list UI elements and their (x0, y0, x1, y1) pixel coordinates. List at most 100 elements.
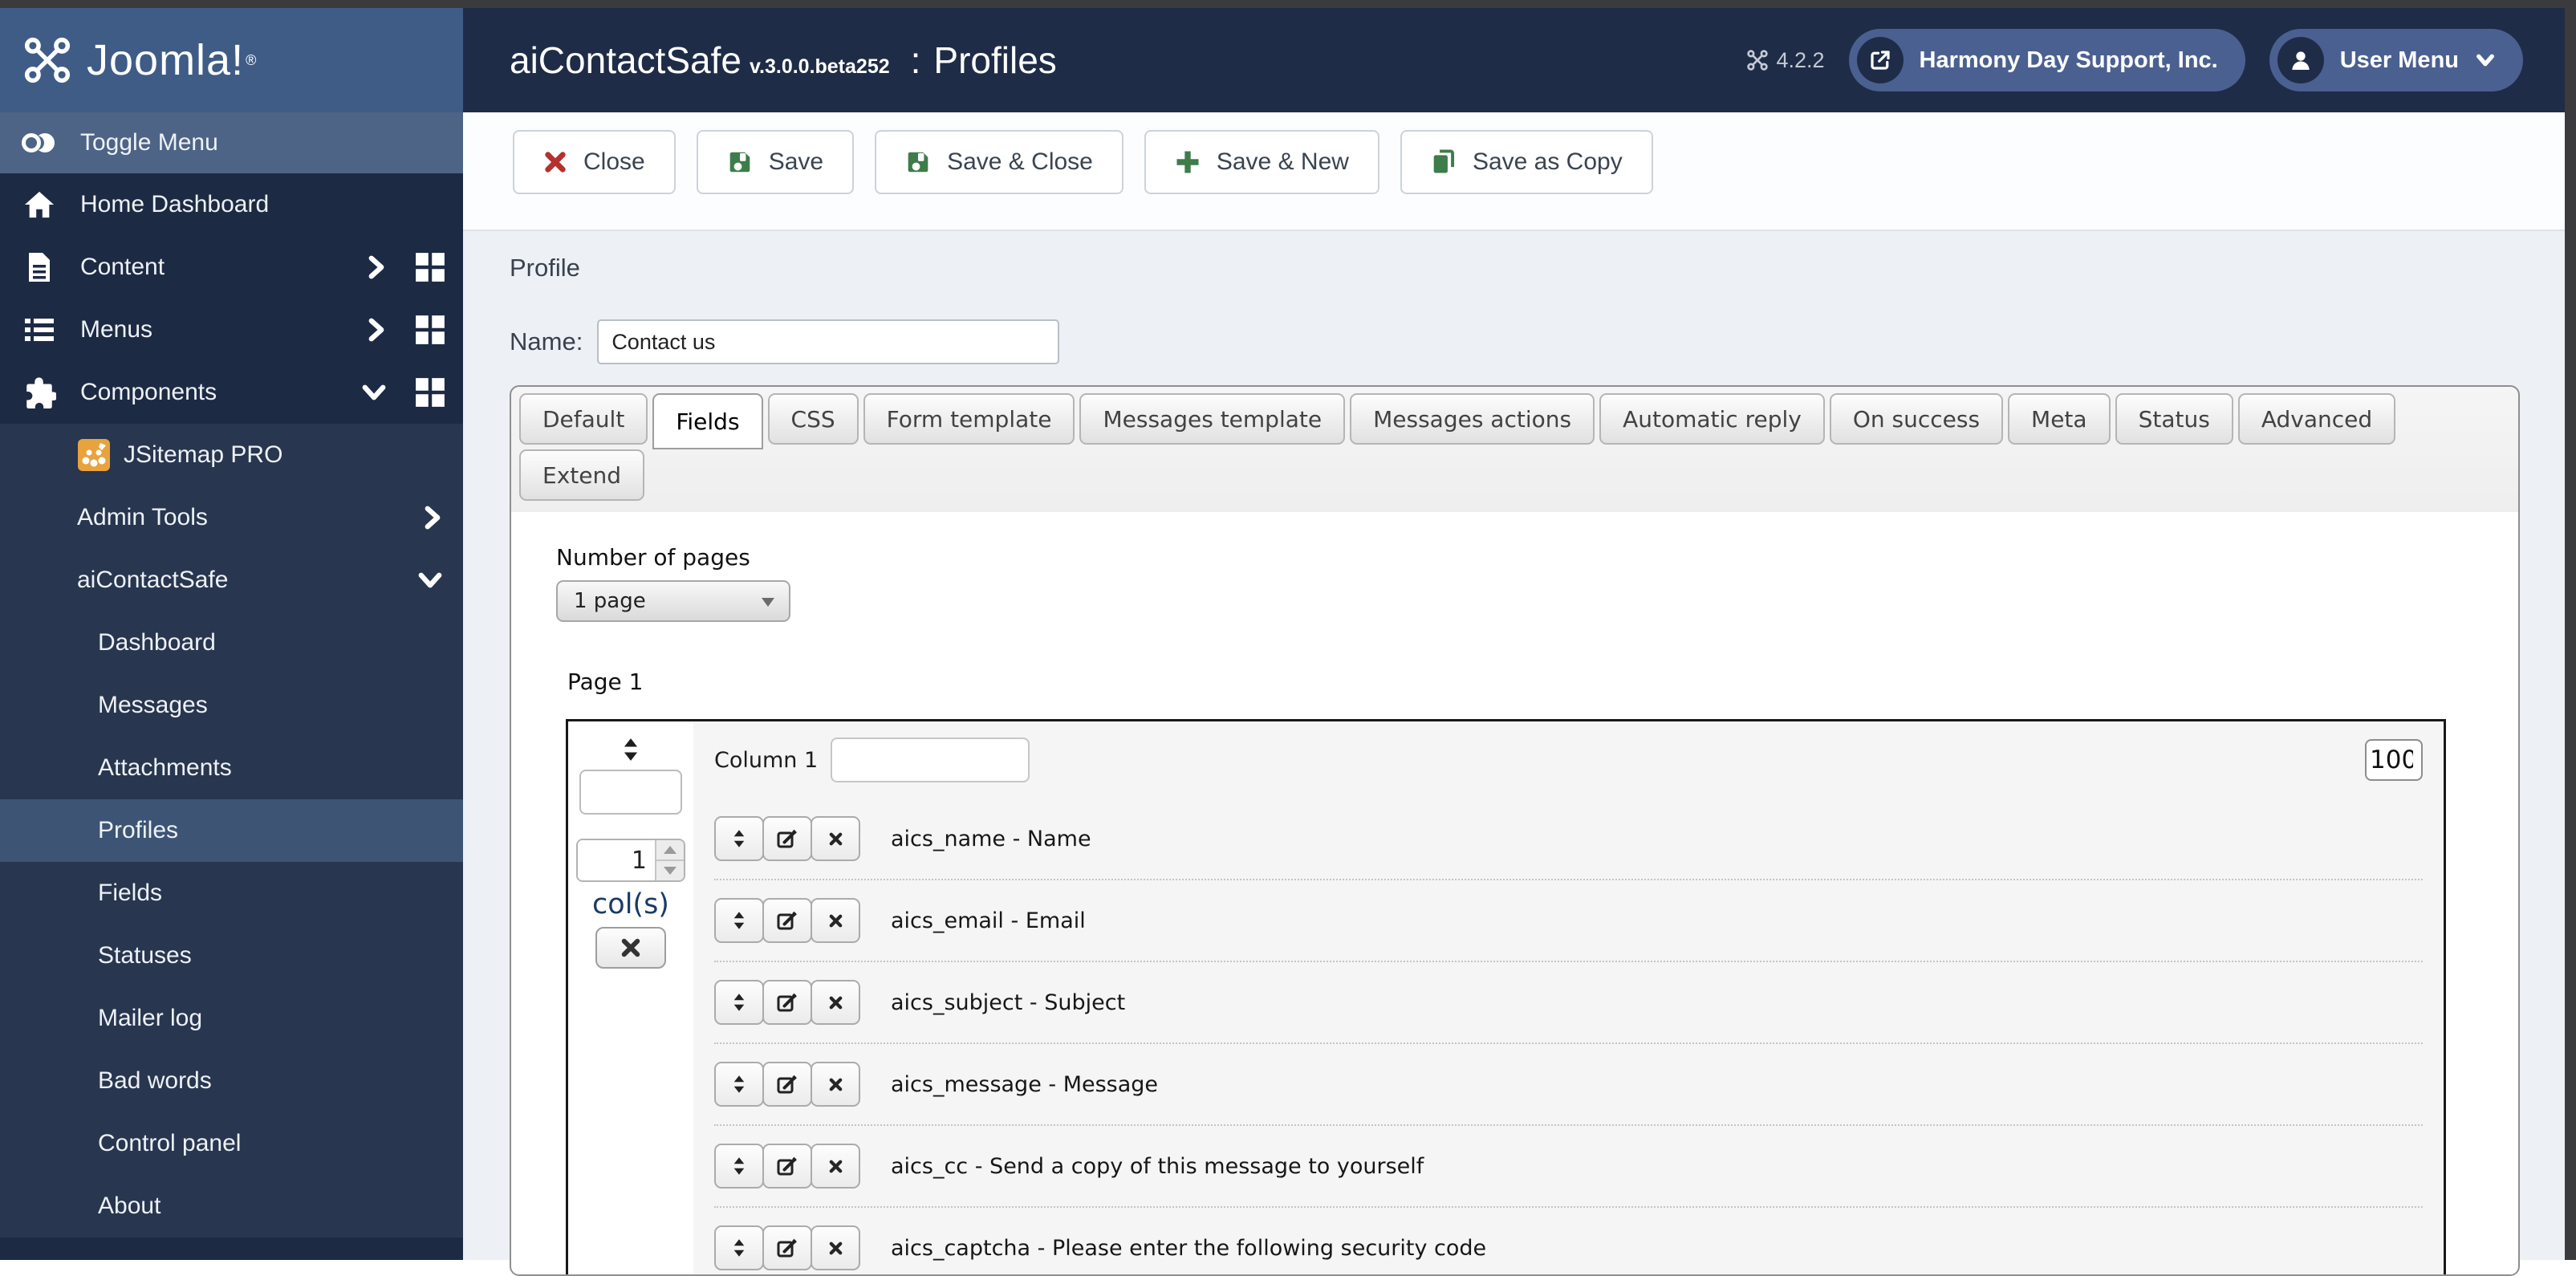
field-row-actions (714, 1062, 860, 1107)
save-as-copy-button[interactable]: Save as Copy (1400, 130, 1653, 194)
field-row: aics_subject - Subject (714, 961, 2423, 1042)
delete-field-button[interactable] (811, 1144, 860, 1189)
caret-down-icon (664, 867, 677, 875)
move-icon[interactable] (621, 738, 640, 762)
edit-field-button[interactable] (762, 1062, 812, 1107)
page-title: aiContactSafe v.3.0.0.beta252 : Profiles (510, 39, 1057, 82)
sidebar-item-control-panel[interactable]: Control panel (0, 1112, 463, 1175)
tab-label: On success (1852, 405, 1981, 433)
page-scrollbar[interactable] (2565, 0, 2576, 1260)
column-width-input[interactable] (2365, 739, 2423, 781)
sidebar-item-profiles[interactable]: Profiles (0, 799, 463, 862)
edit-icon (776, 909, 798, 932)
page-heading: Page 1 (567, 668, 644, 695)
save-button[interactable]: Save (696, 130, 855, 194)
sidebar-item-content[interactable]: Content (0, 236, 463, 299)
remove-page-button[interactable] (595, 927, 666, 969)
sidebar-item-label: Menus (80, 316, 153, 343)
sidebar-item-toggle-menu[interactable]: Toggle Menu (0, 112, 463, 173)
edit-field-button[interactable] (762, 980, 812, 1025)
edit-icon (776, 827, 798, 850)
edit-field-button[interactable] (762, 1225, 812, 1270)
move-field-button[interactable] (714, 898, 764, 943)
site-preview-button[interactable]: Harmony Day Support, Inc. (1848, 29, 2245, 91)
sidebar-item-label: Admin Tools (77, 504, 208, 530)
tab-form-template[interactable]: Form template (863, 393, 1075, 445)
joomla-wordmark: Joomla! (87, 36, 245, 84)
sidebar-item-mailer-log[interactable]: Mailer log (0, 987, 463, 1050)
page-gutter: col(s) (568, 721, 693, 1274)
tab-css[interactable]: CSS (767, 393, 859, 445)
save-and-close-button[interactable]: Save & Close (875, 130, 1123, 194)
profile-form: Profile Name: Default Fields CSS Form te… (463, 231, 2565, 1276)
move-field-button[interactable] (714, 1062, 764, 1107)
plus-icon (1175, 149, 1201, 175)
grid-icon[interactable] (415, 252, 445, 282)
close-button[interactable]: Close (513, 130, 676, 194)
delete-icon (828, 995, 843, 1010)
column-name-input[interactable] (831, 738, 1030, 782)
sidebar-item-admin-tools[interactable]: Admin Tools (0, 486, 463, 549)
edit-field-button[interactable] (762, 1144, 812, 1189)
page-css-input[interactable] (579, 770, 682, 815)
stepper-down-button[interactable] (656, 859, 684, 880)
tab-fields[interactable]: Fields (652, 393, 763, 449)
move-field-button[interactable] (714, 1144, 764, 1189)
tab-status[interactable]: Status (2115, 393, 2233, 445)
edit-field-button[interactable] (762, 816, 812, 861)
registered-mark: ® (246, 51, 257, 68)
sidebar-item-about[interactable]: About (0, 1175, 463, 1237)
sidebar-item-menus[interactable]: Menus (0, 299, 463, 361)
joomla-version-text: 4.2.2 (1776, 47, 1825, 72)
delete-field-button[interactable] (811, 816, 860, 861)
tab-on-success[interactable]: On success (1829, 393, 2004, 445)
sidebar-item-components[interactable]: Components (0, 361, 463, 424)
sidebar-item-bad-words[interactable]: Bad words (0, 1050, 463, 1112)
sidebar-item-attachments[interactable]: Attachments (0, 737, 463, 799)
save-and-new-button[interactable]: Save & New (1144, 130, 1379, 194)
sidebar-item-fields[interactable]: Fields (0, 862, 463, 924)
toolbar-button-label: Save (768, 148, 824, 175)
grid-icon[interactable] (415, 377, 445, 408)
tab-messages-template[interactable]: Messages template (1079, 393, 1346, 445)
cols-suffix-label: col(s) (592, 888, 669, 920)
tab-advanced[interactable]: Advanced (2237, 393, 2396, 445)
move-field-button[interactable] (714, 816, 764, 861)
sidebar-item-label: JSitemap PRO (124, 441, 283, 468)
move-field-button[interactable] (714, 980, 764, 1025)
sidebar-item-aicontactsafe[interactable]: aiContactSafe (0, 549, 463, 612)
edit-field-button[interactable] (762, 898, 812, 943)
tab-extend[interactable]: Extend (519, 449, 644, 501)
sidebar-item-dashboard[interactable]: Dashboard (0, 612, 463, 674)
sidebar-item-messages[interactable]: Messages (0, 674, 463, 737)
sidebar-item-statuses[interactable]: Statuses (0, 924, 463, 987)
columns-count-input[interactable] (578, 840, 655, 880)
tab-automatic-reply[interactable]: Automatic reply (1599, 393, 1825, 445)
delete-icon (828, 1159, 843, 1174)
number-of-pages-select[interactable]: 1 page (556, 580, 790, 622)
delete-field-button[interactable] (811, 1225, 860, 1270)
sidebar-item-jsitemap-pro[interactable]: JSitemap PRO (0, 424, 463, 486)
fields-tab-panel: Number of pages 1 page Page 1 1 col(s) C… (511, 512, 2518, 1274)
toggle-icon (21, 131, 58, 155)
move-field-button[interactable] (714, 1225, 764, 1270)
delete-field-button[interactable] (811, 980, 860, 1025)
tab-meta[interactable]: Meta (2008, 393, 2111, 445)
stepper-up-button[interactable] (656, 840, 684, 859)
delete-field-button[interactable] (811, 1062, 860, 1107)
tab-label: Extend (542, 461, 621, 489)
grid-icon[interactable] (415, 315, 445, 345)
delete-field-button[interactable] (811, 898, 860, 943)
move-icon (732, 1075, 746, 1094)
sidebar-item-home-dashboard[interactable]: Home Dashboard (0, 173, 463, 236)
sidebar-item-label: Mailer log (98, 1005, 203, 1031)
page-1-panel: col(s) Column 1 (566, 719, 2446, 1274)
tab-default[interactable]: Default (519, 393, 648, 445)
list-icon (21, 317, 58, 343)
field-row: aics_message - Message (714, 1042, 2423, 1124)
name-input[interactable] (597, 319, 1060, 364)
tab-messages-actions[interactable]: Messages actions (1350, 393, 1595, 445)
user-menu-button[interactable]: User Menu (2269, 29, 2523, 91)
field-label: aics_subject - Subject (891, 990, 1126, 1015)
field-row-actions (714, 898, 860, 943)
